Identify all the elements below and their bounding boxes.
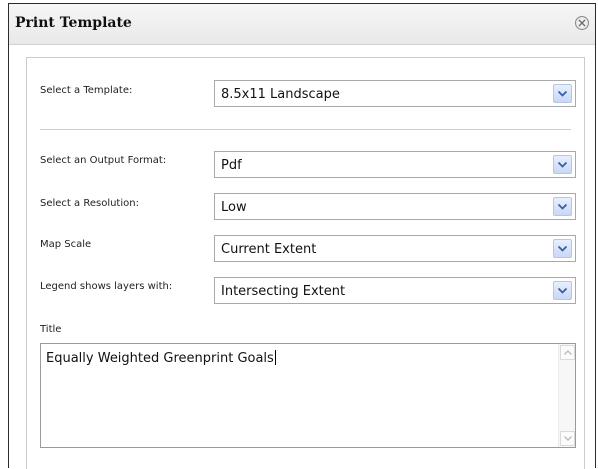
print-options-panel: Select a Template: 8.5x11 Landscape Sele…: [26, 57, 585, 469]
text-caret: [274, 350, 276, 365]
resolution-select-value: Low: [221, 200, 247, 215]
title-textarea-value: Equally Weighted Greenprint Goals: [46, 350, 276, 366]
chevron-down-icon[interactable]: [553, 84, 572, 103]
print-template-dialog: Print Template Select a Template: 8.5x11…: [8, 3, 596, 469]
textarea-scrollbar[interactable]: [558, 344, 575, 447]
template-select-value: 8.5x11 Landscape: [221, 87, 340, 102]
scroll-down-icon[interactable]: [560, 431, 575, 446]
legend-select-value: Intersecting Extent: [221, 284, 346, 299]
resolution-label: Select a Resolution:: [40, 198, 139, 209]
resolution-select[interactable]: Low: [214, 193, 576, 220]
output-format-select-value: Pdf: [221, 158, 242, 173]
output-format-select[interactable]: Pdf: [214, 151, 576, 178]
legend-label: Legend shows layers with:: [40, 281, 173, 292]
template-label: Select a Template:: [40, 85, 133, 96]
close-icon[interactable]: [575, 16, 589, 30]
chevron-down-icon[interactable]: [553, 239, 572, 258]
title-label: Title: [40, 324, 62, 335]
chevron-down-icon[interactable]: [553, 281, 572, 300]
map-scale-select-value: Current Extent: [221, 242, 317, 257]
output-format-label: Select an Output Format:: [40, 155, 167, 166]
template-select[interactable]: 8.5x11 Landscape: [214, 80, 576, 107]
map-scale-select[interactable]: Current Extent: [214, 235, 576, 262]
title-textarea[interactable]: Equally Weighted Greenprint Goals: [40, 343, 576, 448]
scroll-up-icon[interactable]: [560, 345, 575, 360]
map-scale-label: Map Scale: [40, 239, 92, 250]
dialog-titlebar: Print Template: [9, 4, 595, 45]
section-divider: [40, 129, 571, 130]
chevron-down-icon[interactable]: [553, 155, 572, 174]
chevron-down-icon[interactable]: [553, 197, 572, 216]
dialog-title: Print Template: [15, 15, 132, 31]
legend-select[interactable]: Intersecting Extent: [214, 277, 576, 304]
